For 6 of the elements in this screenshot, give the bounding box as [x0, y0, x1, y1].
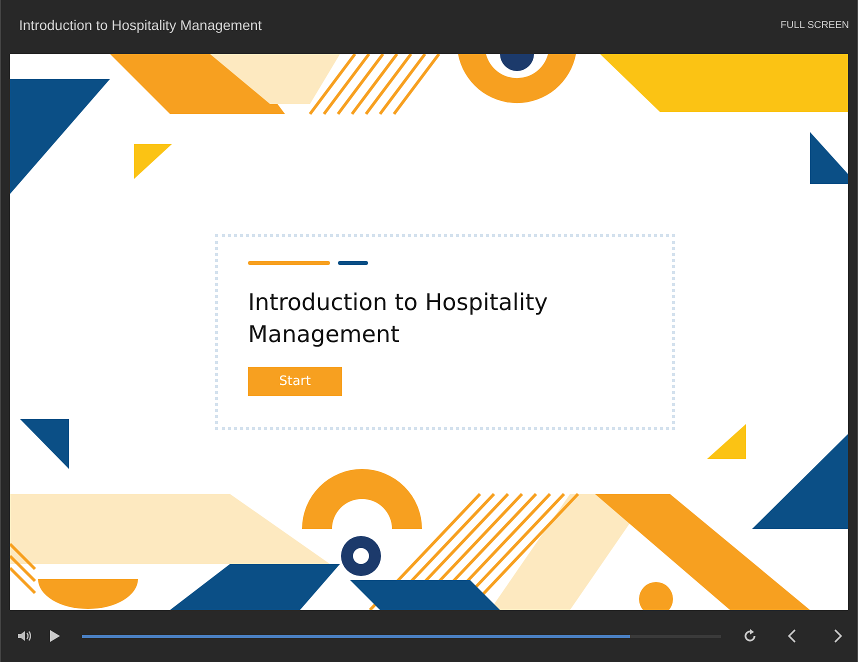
window-title: Introduction to Hospitality Management	[19, 17, 262, 33]
volume-icon[interactable]	[15, 628, 33, 644]
accent-bar	[338, 261, 368, 265]
slide-title: Introduction to Hospitality Management	[248, 289, 549, 350]
full-screen-button[interactable]: FULL SCREEN	[780, 16, 849, 34]
play-icon[interactable]	[47, 628, 62, 644]
